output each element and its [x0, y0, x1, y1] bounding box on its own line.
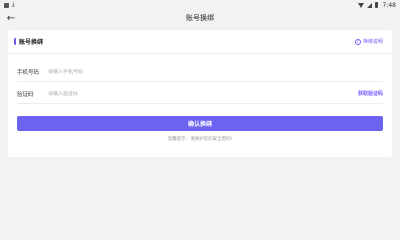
status-left: ⤓ [4, 2, 15, 8]
confirm-rebind-button[interactable]: 确认换绑 [17, 116, 383, 131]
notification-icon [4, 2, 9, 8]
code-row: 验证码 获取验证码 [17, 84, 383, 104]
download-icon: ⤓ [12, 1, 15, 8]
card-title: 账号换绑 [19, 39, 44, 46]
wifi-icon [357, 2, 364, 8]
status-right: 7:48 [357, 1, 396, 9]
card-title-group: 账号换绑 [14, 37, 43, 46]
get-code-button[interactable]: 获取验证码 [358, 90, 383, 97]
battery-icon [374, 2, 378, 8]
status-bar: ⤓ 7:48 [0, 0, 400, 10]
signal-icon [366, 2, 372, 8]
phone-label: 手机号码 [17, 69, 40, 76]
code-label: 验证码 [17, 91, 34, 98]
security-tip: 温馨提示：请保护您的安全密码! [167, 137, 233, 142]
help-link-label: 换绑说明 [362, 39, 383, 45]
rebind-help-link[interactable]: ? 换绑说明 [354, 38, 383, 45]
card-header: 账号换绑 ? 换绑说明 [8, 30, 392, 54]
back-arrow-icon[interactable]: ← [5, 12, 17, 24]
verification-code-input[interactable] [48, 90, 358, 97]
rebind-card: 账号换绑 ? 换绑说明 手机号码 验证码 获取验证码 确认换绑 温馨提示：请保护… [8, 30, 392, 157]
status-time: 7:48 [382, 1, 396, 9]
phone-row: 手机号码 [17, 62, 383, 82]
nav-bar: ← 账号换绑 [0, 10, 400, 26]
question-circle-icon: ? [354, 38, 361, 45]
title-accent-bar [14, 38, 16, 45]
page-title: 账号换绑 [186, 14, 214, 22]
phone-input[interactable] [48, 68, 383, 75]
